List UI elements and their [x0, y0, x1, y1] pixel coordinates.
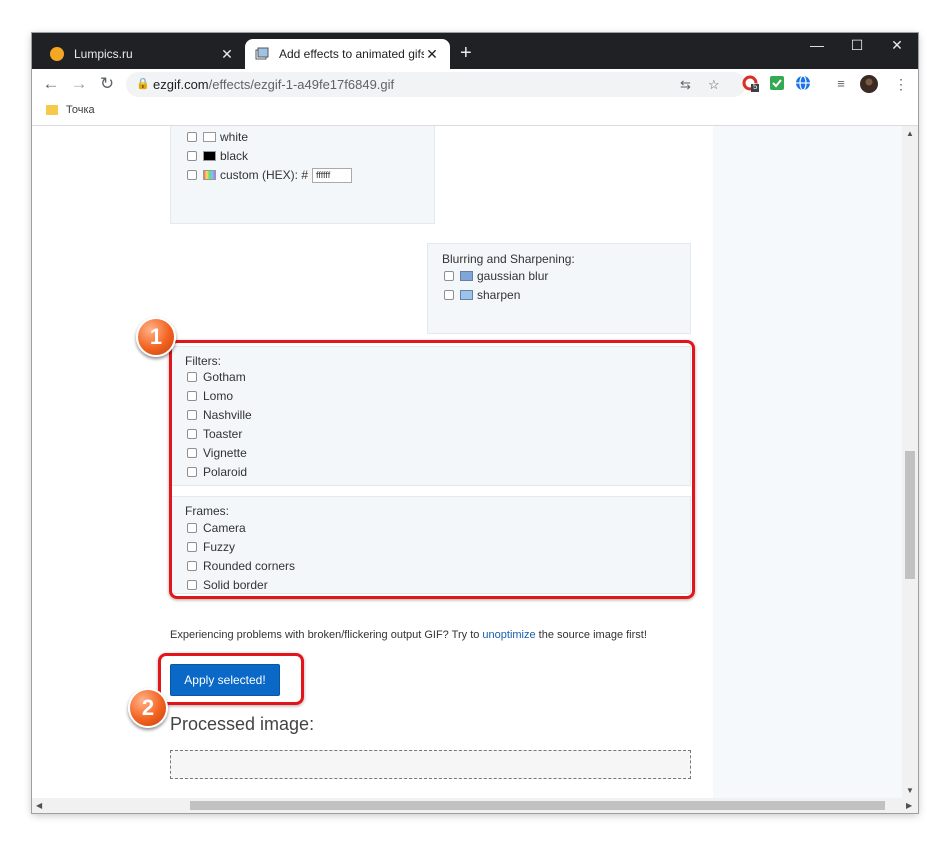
annotation-badge-2: 2 — [128, 688, 168, 728]
bookmark-tochka[interactable]: Точка — [46, 104, 95, 116]
checkbox[interactable] — [444, 290, 454, 300]
close-window-button[interactable]: ✕ — [878, 33, 916, 57]
forward-button[interactable]: → — [68, 73, 90, 95]
gaussian-blur-icon — [460, 271, 473, 281]
hex-input[interactable]: ffffff — [312, 167, 353, 183]
black-swatch-icon — [203, 151, 216, 161]
star-icon[interactable]: ☆ — [708, 72, 720, 97]
ezgif-favicon-icon — [255, 47, 269, 61]
title-bar: Lumpics.ru ✕ Add effects to animated gif… — [32, 33, 918, 69]
extension-check-icon[interactable] — [768, 75, 786, 93]
right-sidebar — [713, 126, 902, 798]
reading-list-icon[interactable]: ≡ — [832, 75, 850, 93]
scroll-up-icon[interactable]: ▲ — [906, 129, 914, 138]
processed-image-area — [170, 750, 691, 779]
highlight-box-filters — [169, 340, 695, 599]
color-option-white[interactable]: white — [187, 129, 248, 145]
extension-badge: 5 — [753, 82, 758, 91]
note-text: Experiencing problems with broken/flicke… — [170, 629, 483, 641]
color-option-custom[interactable]: custom (HEX): # ffffff — [187, 167, 353, 183]
checkbox[interactable] — [444, 271, 454, 281]
folder-icon — [46, 105, 58, 115]
close-tab-icon[interactable]: ✕ — [424, 46, 440, 63]
bookmark-label: Точка — [66, 104, 95, 116]
extension-globe-icon[interactable] — [794, 75, 812, 93]
lock-icon: 🔒 — [136, 78, 150, 90]
avatar[interactable] — [860, 75, 878, 93]
unoptimize-note: Experiencing problems with broken/flicke… — [170, 629, 647, 641]
annotation-badge-1: 1 — [136, 317, 176, 357]
page-content: white black custom (HEX): # ffffff Blurr… — [32, 126, 902, 798]
scroll-down-icon[interactable]: ▼ — [906, 786, 914, 795]
scroll-right-icon[interactable]: ▶ — [906, 801, 912, 810]
browser-toolbar: ← → ↻ 🔒 ezgif.com/effects/ezgif-1-a49fe1… — [32, 69, 918, 99]
minimize-button[interactable]: — — [798, 33, 836, 57]
option-label: gaussian blur — [477, 269, 549, 283]
url-path: /effects/ezgif-1-a49fe17f6849.gif — [208, 77, 395, 92]
white-swatch-icon — [203, 132, 216, 142]
horizontal-scrollbar[interactable]: ◀ ▶ — [32, 798, 918, 813]
option-label: white — [220, 130, 249, 144]
lumpics-favicon-icon — [50, 47, 64, 61]
translate-icon[interactable]: ⇆ — [680, 72, 691, 97]
colors-panel: white black custom (HEX): # ffffff — [170, 126, 435, 224]
color-option-black[interactable]: black — [187, 148, 248, 164]
blur-option-gaussian[interactable]: gaussian blur — [444, 268, 548, 284]
maximize-button[interactable]: ☐ — [838, 33, 876, 57]
close-tab-icon[interactable]: ✕ — [219, 46, 235, 63]
reload-button[interactable]: ↻ — [96, 73, 118, 95]
highlight-box-apply — [158, 653, 304, 705]
option-label: black — [220, 149, 249, 163]
checkbox[interactable] — [187, 132, 197, 142]
option-label: custom (HEX): # — [220, 168, 309, 182]
blur-option-sharpen[interactable]: sharpen — [444, 287, 520, 303]
sharpen-icon — [460, 290, 473, 300]
option-label: sharpen — [477, 288, 521, 302]
tab-lumpics[interactable]: Lumpics.ru ✕ — [40, 39, 245, 69]
tab-title: Add effects to animated gifs - gif — [279, 47, 424, 61]
bookmarks-bar: Точка — [32, 99, 918, 126]
scroll-left-icon[interactable]: ◀ — [36, 801, 42, 810]
back-button[interactable]: ← — [40, 73, 62, 95]
blur-panel-title: Blurring and Sharpening: — [442, 252, 575, 266]
extension-red-icon[interactable]: 5 — [742, 75, 760, 93]
menu-icon[interactable]: ⋮ — [892, 75, 910, 93]
custom-swatch-icon — [203, 170, 216, 180]
horizontal-scroll-thumb[interactable] — [190, 801, 885, 810]
browser-window: Lumpics.ru ✕ Add effects to animated gif… — [32, 33, 918, 813]
url-text: ezgif.com/effects/ezgif-1-a49fe17f6849.g… — [153, 72, 394, 97]
address-bar[interactable]: 🔒 ezgif.com/effects/ezgif-1-a49fe17f6849… — [126, 72, 746, 97]
processed-image-heading: Processed image: — [170, 714, 315, 734]
url-host: ezgif.com — [153, 77, 209, 92]
tab-ezgif[interactable]: Add effects to animated gifs - gif ✕ — [245, 39, 450, 69]
new-tab-button[interactable]: + — [460, 42, 472, 64]
checkbox[interactable] — [187, 170, 197, 180]
tab-title: Lumpics.ru — [74, 47, 133, 61]
blur-panel: Blurring and Sharpening: gaussian blur s… — [427, 243, 691, 334]
vertical-scrollbar[interactable]: ▲ ▼ — [902, 126, 918, 798]
note-text: the source image first! — [535, 629, 647, 641]
checkbox[interactable] — [187, 151, 197, 161]
unoptimize-link[interactable]: unoptimize — [482, 629, 535, 641]
vertical-scroll-thumb[interactable] — [905, 451, 915, 579]
